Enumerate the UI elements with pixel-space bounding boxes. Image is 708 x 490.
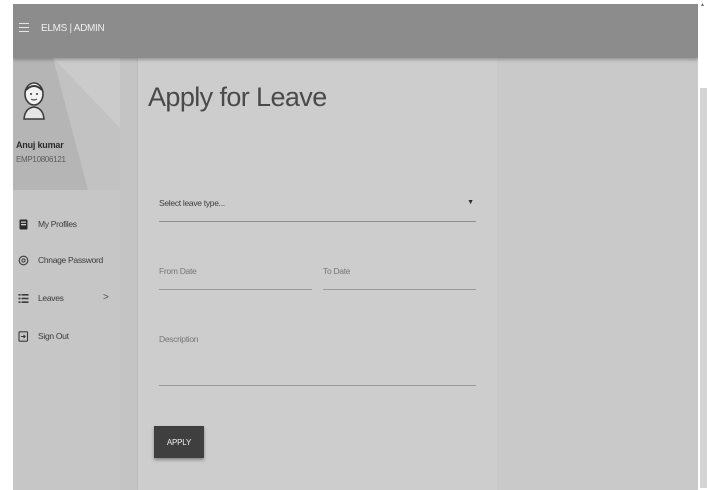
hamburger-menu-icon[interactable] — [19, 23, 29, 35]
sidebar-item-leaves[interactable]: Leaves > — [13, 288, 120, 310]
description-textarea[interactable]: Description — [159, 328, 476, 386]
right-empty-pane — [497, 58, 698, 490]
scrollbar-thumb[interactable] — [700, 88, 707, 488]
profile-card-icon — [19, 219, 28, 230]
app-window: ELMS | ADMIN Anuj kumar EMP10806121 My P… — [13, 4, 698, 490]
sidebar-item-label: Chnage Password — [38, 255, 103, 265]
to-date-placeholder: To Date — [323, 266, 351, 276]
employee-id: EMP10806121 — [16, 155, 66, 164]
from-date-field[interactable]: From Date — [159, 260, 312, 290]
page-title: Apply for Leave — [148, 82, 327, 112]
sidebar-item-my-profiles[interactable]: My Profiles — [13, 214, 120, 236]
top-navbar: ELMS | ADMIN — [13, 4, 698, 58]
content-gutter — [120, 58, 138, 490]
sign-out-icon — [18, 331, 29, 342]
list-icon — [18, 294, 29, 303]
caret-down-icon: ▼ — [467, 199, 474, 206]
avatar — [23, 82, 45, 120]
page-scrollbar[interactable]: ▲ — [698, 0, 708, 490]
sidebar-item-label: My Profiles — [38, 219, 77, 229]
sidebar-item-sign-out[interactable]: Sign Out — [13, 326, 120, 348]
sidebar-item-label: Sign Out — [38, 331, 69, 341]
chevron-right-icon: > — [103, 292, 109, 303]
brand-title[interactable]: ELMS | ADMIN — [41, 23, 105, 34]
leave-form-card: Apply for Leave Select leave type... ▼ F… — [138, 58, 497, 490]
sidebar-item-label: Leaves — [38, 293, 64, 303]
sidebar-item-change-password[interactable]: Chnage Password — [13, 250, 120, 272]
from-date-placeholder: From Date — [159, 266, 197, 276]
scroll-up-arrow-icon[interactable]: ▲ — [700, 2, 705, 8]
leave-type-selected-value: Select leave type... — [159, 198, 225, 208]
profile-background-shape — [53, 58, 120, 190]
user-name: Anuj kumar — [16, 140, 64, 150]
settings-icon — [18, 255, 29, 266]
apply-button[interactable]: APPLY — [154, 426, 204, 458]
user-profile-panel: Anuj kumar EMP10806121 — [13, 58, 120, 190]
to-date-field[interactable]: To Date — [323, 260, 476, 290]
description-placeholder: Description — [159, 334, 199, 344]
leave-type-select[interactable]: Select leave type... ▼ — [159, 192, 476, 222]
sidebar: Anuj kumar EMP10806121 My Profiles Chnag… — [13, 58, 120, 490]
